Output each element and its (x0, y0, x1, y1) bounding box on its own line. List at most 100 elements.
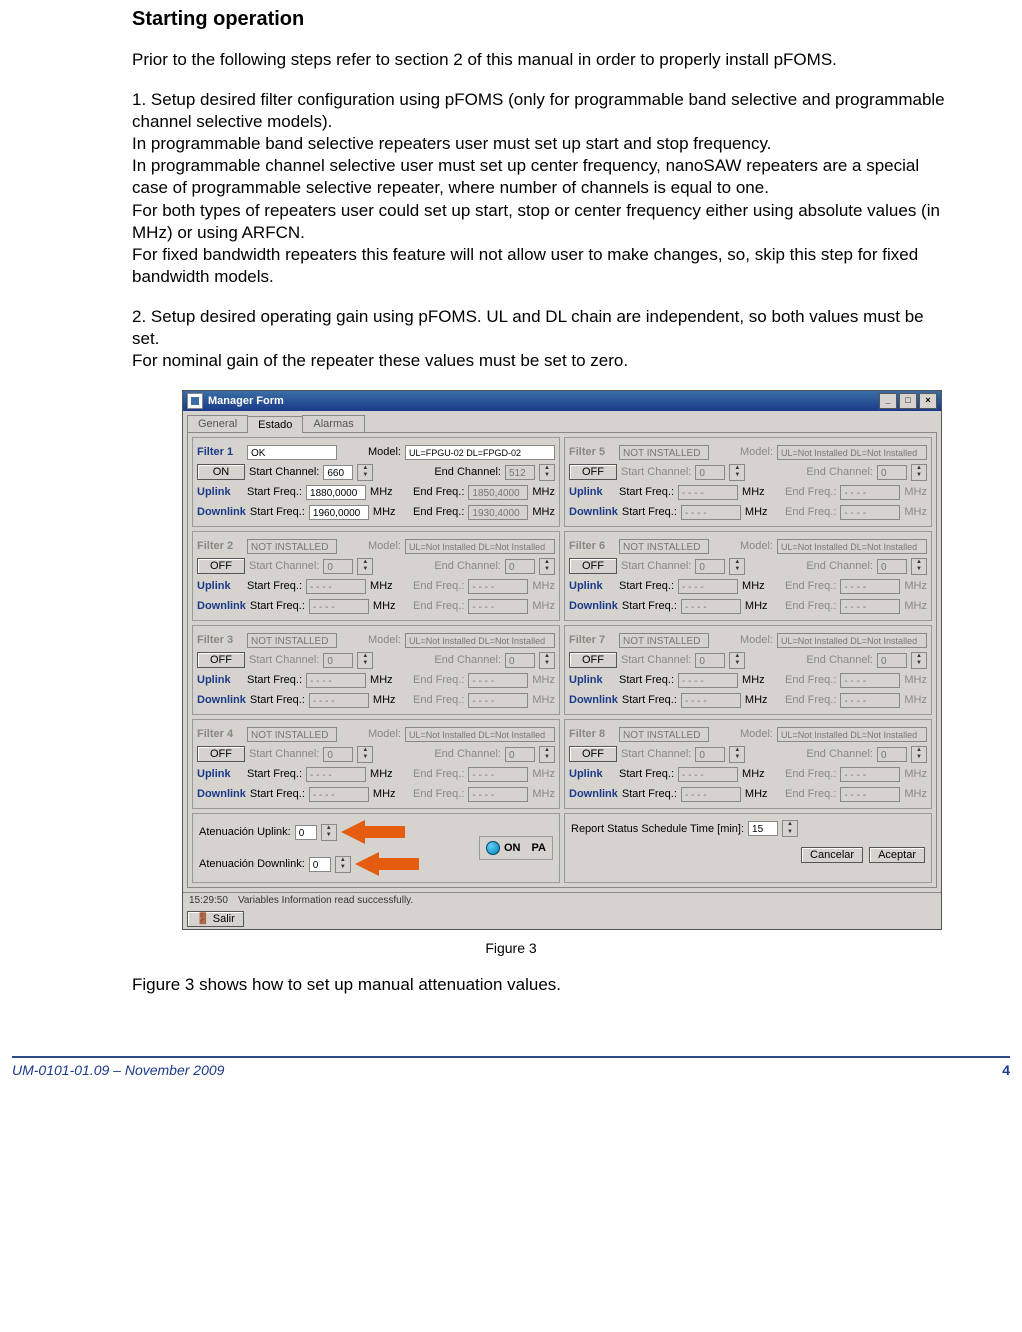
onoff-button[interactable]: OFF (197, 558, 245, 574)
step2-a: 2. Setup desired operating gain using pF… (132, 306, 952, 350)
cancel-button[interactable]: Cancelar (801, 847, 863, 863)
mhz-unit: MHz (742, 486, 765, 498)
model-value: UL=Not Installed DL=Not Installed (777, 633, 927, 648)
pa-status: ON PA (479, 836, 553, 860)
mhz-unit: MHz (373, 506, 396, 518)
end-channel-label: End Channel: (434, 560, 501, 572)
onoff-button[interactable]: OFF (569, 746, 617, 762)
section-heading: Starting operation (132, 8, 962, 31)
report-spinner[interactable]: ▲▼ (782, 820, 798, 837)
model-label: Model: (368, 446, 401, 458)
report-value[interactable]: 15 (748, 821, 778, 836)
end-channel-spinner: ▲▼ (539, 464, 555, 481)
dl-start-freq-value[interactable]: 1960,0000 (309, 505, 369, 520)
dl-end-freq-label: End Freq.: (413, 694, 464, 706)
mhz-unit: MHz (532, 674, 555, 686)
model-value: UL=Not Installed DL=Not Installed (405, 727, 555, 742)
start-channel-spinner: ▲▼ (729, 652, 745, 669)
start-channel-label: Start Channel: (621, 748, 691, 760)
mhz-unit: MHz (532, 486, 555, 498)
onoff-button[interactable]: OFF (197, 746, 245, 762)
mhz-unit: MHz (904, 506, 927, 518)
dl-end-freq-label: End Freq.: (785, 600, 836, 612)
exit-button[interactable]: 🚪 Salir (187, 911, 244, 927)
att-uplink-label: Atenuación Uplink: (199, 826, 291, 838)
dl-end-freq-value: - - - - (468, 787, 528, 802)
ul-start-freq-label: Start Freq.: (619, 580, 674, 592)
app-icon (187, 393, 203, 409)
maximize-button[interactable]: □ (899, 393, 917, 409)
accept-button[interactable]: Aceptar (869, 847, 925, 863)
filter-name: Filter 8 (569, 728, 615, 740)
start-channel-spinner: ▲▼ (357, 558, 373, 575)
start-channel-value: 0 (323, 559, 353, 574)
tab-estado[interactable]: Estado (247, 416, 303, 433)
mhz-unit: MHz (745, 506, 768, 518)
ul-end-freq-value: - - - - (468, 767, 528, 782)
att-downlink-spinner[interactable]: ▲▼ (335, 856, 351, 873)
filter-status: NOT INSTALLED (247, 633, 337, 648)
end-channel-spinner: ▲▼ (911, 558, 927, 575)
start-channel-value[interactable]: 660 (323, 465, 353, 480)
onoff-button[interactable]: OFF (569, 652, 617, 668)
ul-start-freq-value: - - - - (678, 579, 738, 594)
model-value: UL=FPGU-02 DL=FPGD-02 (405, 445, 555, 460)
start-channel-spinner: ▲▼ (729, 464, 745, 481)
model-label: Model: (368, 728, 401, 740)
filter-box-1: Filter 1OKModel:UL=FPGU-02 DL=FPGD-02ONS… (192, 437, 560, 527)
globe-icon (486, 841, 500, 855)
onoff-button[interactable]: OFF (569, 558, 617, 574)
att-downlink-value[interactable]: 0 (309, 857, 331, 872)
att-uplink-spinner[interactable]: ▲▼ (321, 824, 337, 841)
step1-e: For fixed bandwidth repeaters this featu… (132, 244, 952, 288)
start-channel-value: 0 (695, 465, 725, 480)
att-uplink-value[interactable]: 0 (295, 825, 317, 840)
dl-end-freq-label: End Freq.: (413, 788, 464, 800)
ul-start-freq-label: Start Freq.: (247, 768, 302, 780)
after-figure-text: Figure 3 shows how to set up manual atte… (132, 974, 952, 996)
manager-form-window: Manager Form _ □ × General Estado Alarma… (182, 390, 942, 930)
ul-end-freq-value: - - - - (840, 485, 900, 500)
mhz-unit: MHz (532, 600, 555, 612)
start-channel-label: Start Channel: (249, 560, 319, 572)
downlink-label: Downlink (569, 506, 618, 518)
onoff-button[interactable]: ON (197, 464, 245, 480)
ul-end-freq-value: - - - - (468, 673, 528, 688)
dl-start-freq-label: Start Freq.: (250, 600, 305, 612)
ul-end-freq-label: End Freq.: (785, 768, 836, 780)
start-channel-spinner[interactable]: ▲▼ (357, 464, 373, 481)
dl-end-freq-value: - - - - (468, 693, 528, 708)
tab-general[interactable]: General (187, 415, 248, 432)
dl-start-freq-value: - - - - (309, 693, 369, 708)
tab-alarmas[interactable]: Alarmas (302, 415, 364, 432)
filter-name: Filter 4 (197, 728, 243, 740)
start-channel-spinner: ▲▼ (729, 558, 745, 575)
dl-end-freq-label: End Freq.: (785, 788, 836, 800)
end-channel-value: 0 (877, 559, 907, 574)
end-channel-spinner: ▲▼ (911, 464, 927, 481)
close-button[interactable]: × (919, 393, 937, 409)
model-value: UL=Not Installed DL=Not Installed (777, 445, 927, 460)
ul-end-freq-value: 1850,4000 (468, 485, 528, 500)
ul-start-freq-value[interactable]: 1880,0000 (306, 485, 366, 500)
end-channel-value: 0 (505, 559, 535, 574)
mhz-unit: MHz (373, 788, 396, 800)
mhz-unit: MHz (904, 486, 927, 498)
model-label: Model: (740, 634, 773, 646)
onoff-button[interactable]: OFF (569, 464, 617, 480)
dl-start-freq-label: Start Freq.: (250, 788, 305, 800)
mhz-unit: MHz (532, 768, 555, 780)
minimize-button[interactable]: _ (879, 393, 897, 409)
step1-a: 1. Setup desired filter configuration us… (132, 89, 952, 133)
model-label: Model: (740, 540, 773, 552)
end-channel-label: End Channel: (434, 748, 501, 760)
ul-start-freq-value: - - - - (306, 673, 366, 688)
end-channel-spinner: ▲▼ (911, 746, 927, 763)
uplink-label: Uplink (197, 486, 243, 498)
window-titlebar: Manager Form _ □ × (183, 391, 941, 411)
filter-name: Filter 2 (197, 540, 243, 552)
onoff-button[interactable]: OFF (197, 652, 245, 668)
end-channel-value: 0 (505, 747, 535, 762)
dl-start-freq-label: Start Freq.: (622, 694, 677, 706)
downlink-label: Downlink (197, 600, 246, 612)
